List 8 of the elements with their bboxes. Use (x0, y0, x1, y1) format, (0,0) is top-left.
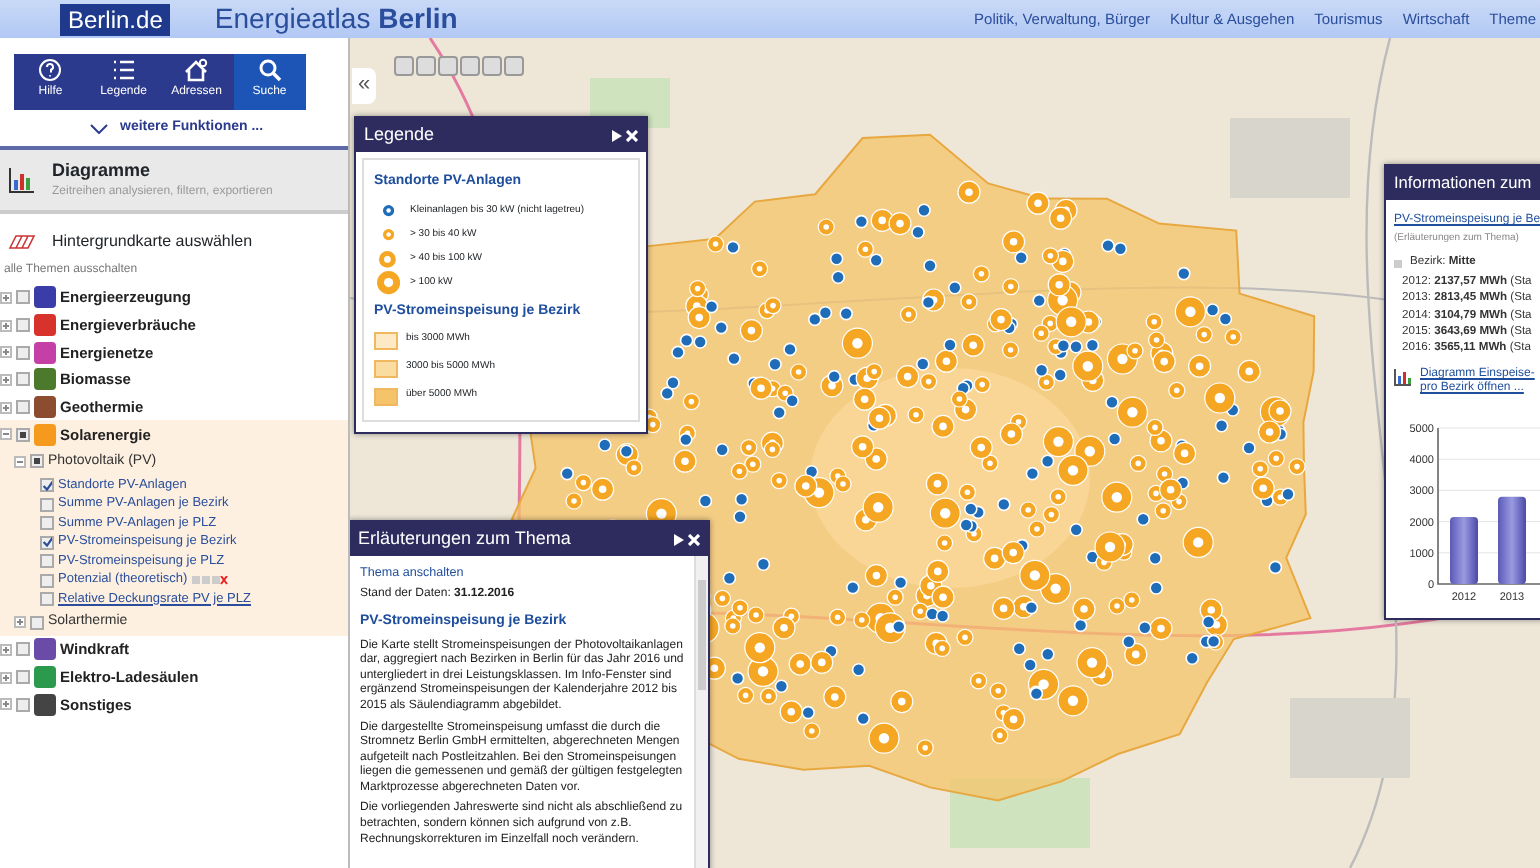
diagrams-title: Diagramme (52, 157, 153, 184)
logo-text[interactable]: Berlin.de (60, 3, 171, 35)
basemap-link[interactable]: Hintergrundkarte auswählen (52, 230, 253, 254)
window-title: Erläuterungen zum Thema (358, 525, 571, 552)
window-title: Informationen zum (1394, 170, 1532, 196)
window-title: Legende (364, 121, 435, 148)
page-title: Energieatlas Berlin (214, 0, 458, 38)
collapse-button[interactable]: « (352, 68, 376, 104)
